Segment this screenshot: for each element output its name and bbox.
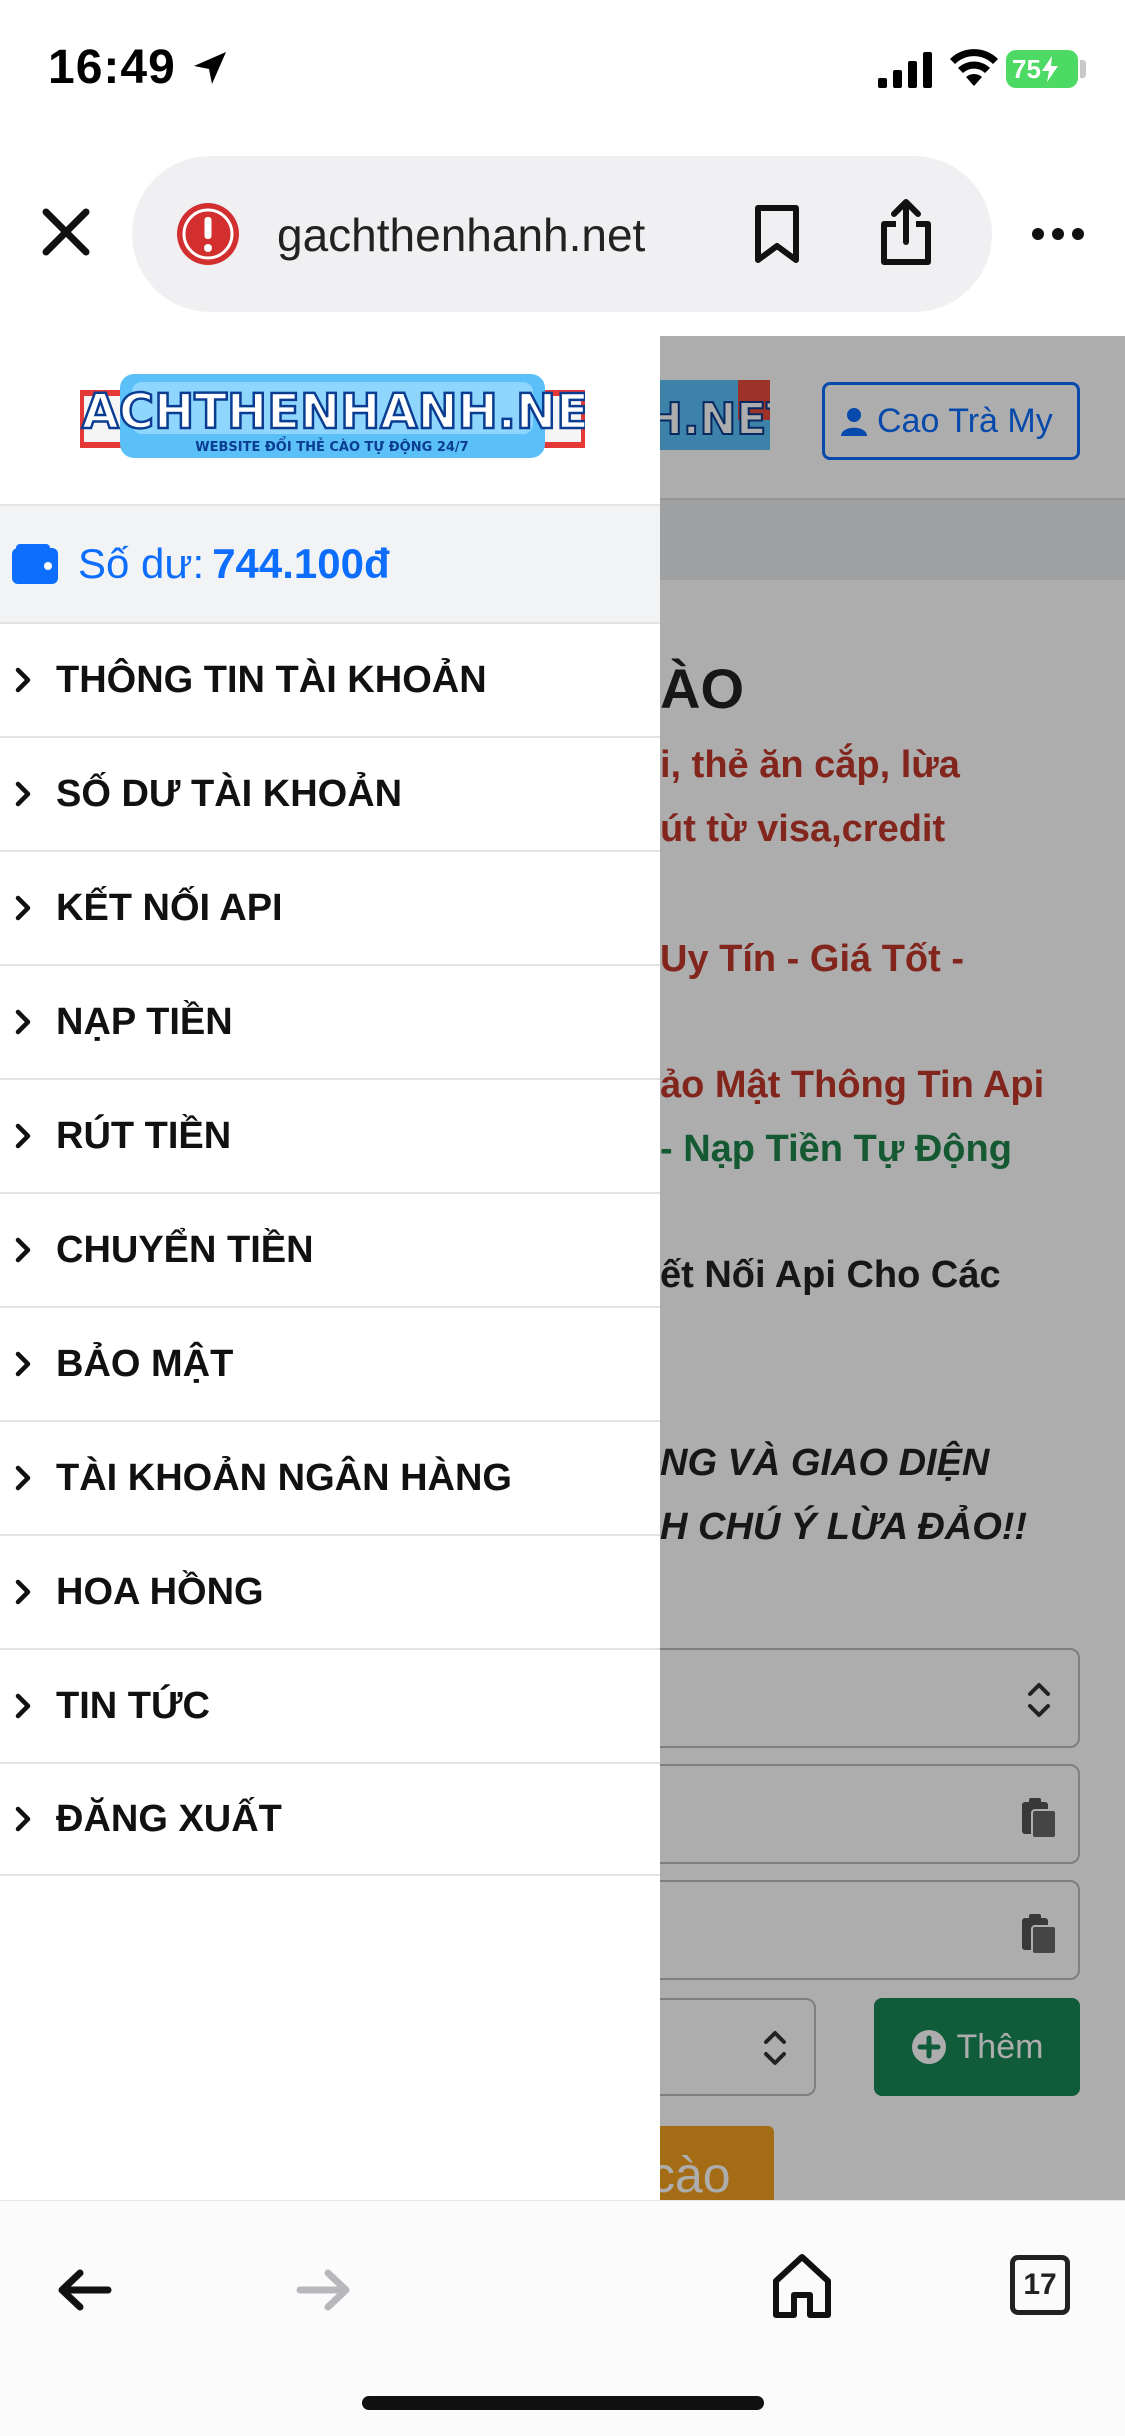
chevron-right-icon <box>15 1009 31 1035</box>
cellular-signal-icon <box>878 52 932 88</box>
menu-item-account-info[interactable]: THÔNG TIN TÀI KHOẢN <box>0 622 660 736</box>
wifi-icon <box>950 49 998 86</box>
charging-bolt-icon <box>1041 56 1058 82</box>
status-bar: 16:49 75 <box>0 0 1125 140</box>
drawer-menu: THÔNG TIN TÀI KHOẢN SỐ DƯ TÀI KHOẢN KẾT … <box>0 622 660 1876</box>
menu-item-withdraw[interactable]: RÚT TIỀN <box>0 1078 660 1192</box>
tabs-button[interactable]: 17 <box>1010 2255 1070 2315</box>
menu-item-label: THÔNG TIN TÀI KHOẢN <box>56 658 487 701</box>
battery-cap <box>1080 60 1086 78</box>
more-options-icon[interactable] <box>1030 226 1086 242</box>
menu-item-label: HOA HỒNG <box>56 1570 264 1613</box>
site-logo[interactable]: GACHTHENHANH.NET WEBSITE ĐỔI THẺ CÀO TỰ … <box>41 360 623 472</box>
address-bar[interactable]: gachthenhanh.net <box>132 156 992 312</box>
menu-item-label: TÀI KHOẢN NGÂN HÀNG <box>56 1456 512 1499</box>
side-menu-drawer: GACHTHENHANH.NET WEBSITE ĐỔI THẺ CÀO TỰ … <box>0 336 660 2200</box>
chevron-right-icon <box>15 1123 31 1149</box>
tab-count: 17 <box>1023 2268 1057 2301</box>
menu-item-label: SỐ DƯ TÀI KHOẢN <box>56 772 403 815</box>
bookmark-icon[interactable] <box>750 204 804 264</box>
forward-arrow-icon[interactable] <box>294 2265 354 2315</box>
menu-item-transfer[interactable]: CHUYỂN TIỀN <box>0 1192 660 1306</box>
site-logo-image: GACHTHENHANH.NET WEBSITE ĐỔI THẺ CÀO TỰ … <box>41 374 623 458</box>
menu-item-label: ĐĂNG XUẤT <box>56 1797 282 1840</box>
chevron-right-icon <box>15 1237 31 1263</box>
menu-item-label: NẠP TIỀN <box>56 1000 233 1043</box>
menu-item-label: KẾT NỐI API <box>56 886 283 929</box>
menu-item-label: RÚT TIỀN <box>56 1114 232 1157</box>
chevron-right-icon <box>15 667 31 693</box>
back-arrow-icon[interactable] <box>54 2265 114 2315</box>
chevron-right-icon <box>15 781 31 807</box>
menu-item-label: CHUYỂN TIỀN <box>56 1228 314 1271</box>
logo-text: GACHTHENHANH.NET <box>80 384 585 440</box>
url-text[interactable]: gachthenhanh.net <box>277 208 645 262</box>
menu-item-label: BẢO MẬT <box>56 1342 234 1385</box>
battery-level: 75 <box>1012 53 1041 84</box>
balance-label: Số dư: <box>78 540 205 587</box>
location-arrow-icon <box>194 52 226 84</box>
balance-bar: Số dư: 744.100đ <box>0 504 660 622</box>
battery-icon: 75 <box>1006 50 1078 88</box>
chevron-right-icon <box>15 1351 31 1377</box>
security-warning-icon[interactable] <box>174 200 242 268</box>
logo-tagline: WEBSITE ĐỔI THẺ CÀO TỰ ĐỘNG 24/7 <box>195 437 468 455</box>
home-icon[interactable] <box>770 2251 834 2321</box>
chevron-right-icon <box>15 1806 31 1832</box>
menu-item-deposit[interactable]: NẠP TIỀN <box>0 964 660 1078</box>
menu-item-logout[interactable]: ĐĂNG XUẤT <box>0 1762 660 1876</box>
menu-item-account-balance[interactable]: SỐ DƯ TÀI KHOẢN <box>0 736 660 850</box>
balance-value: 744.100đ <box>212 540 390 587</box>
menu-item-label: TIN TỨC <box>56 1684 210 1727</box>
menu-item-news[interactable]: TIN TỨC <box>0 1648 660 1762</box>
chevron-right-icon <box>15 895 31 921</box>
close-icon[interactable] <box>36 202 96 262</box>
chevron-right-icon <box>15 1465 31 1491</box>
browser-url-row: gachthenhanh.net <box>0 140 1125 336</box>
menu-item-commission[interactable]: HOA HỒNG <box>0 1534 660 1648</box>
share-icon[interactable] <box>876 196 936 266</box>
wallet-icon <box>12 544 58 584</box>
chevron-right-icon <box>15 1579 31 1605</box>
status-time: 16:49 <box>48 41 176 94</box>
menu-item-bank-account[interactable]: TÀI KHOẢN NGÂN HÀNG <box>0 1420 660 1534</box>
home-indicator <box>362 2396 764 2410</box>
chevron-right-icon <box>15 1693 31 1719</box>
menu-item-security[interactable]: BẢO MẬT <box>0 1306 660 1420</box>
menu-item-api-connect[interactable]: KẾT NỐI API <box>0 850 660 964</box>
